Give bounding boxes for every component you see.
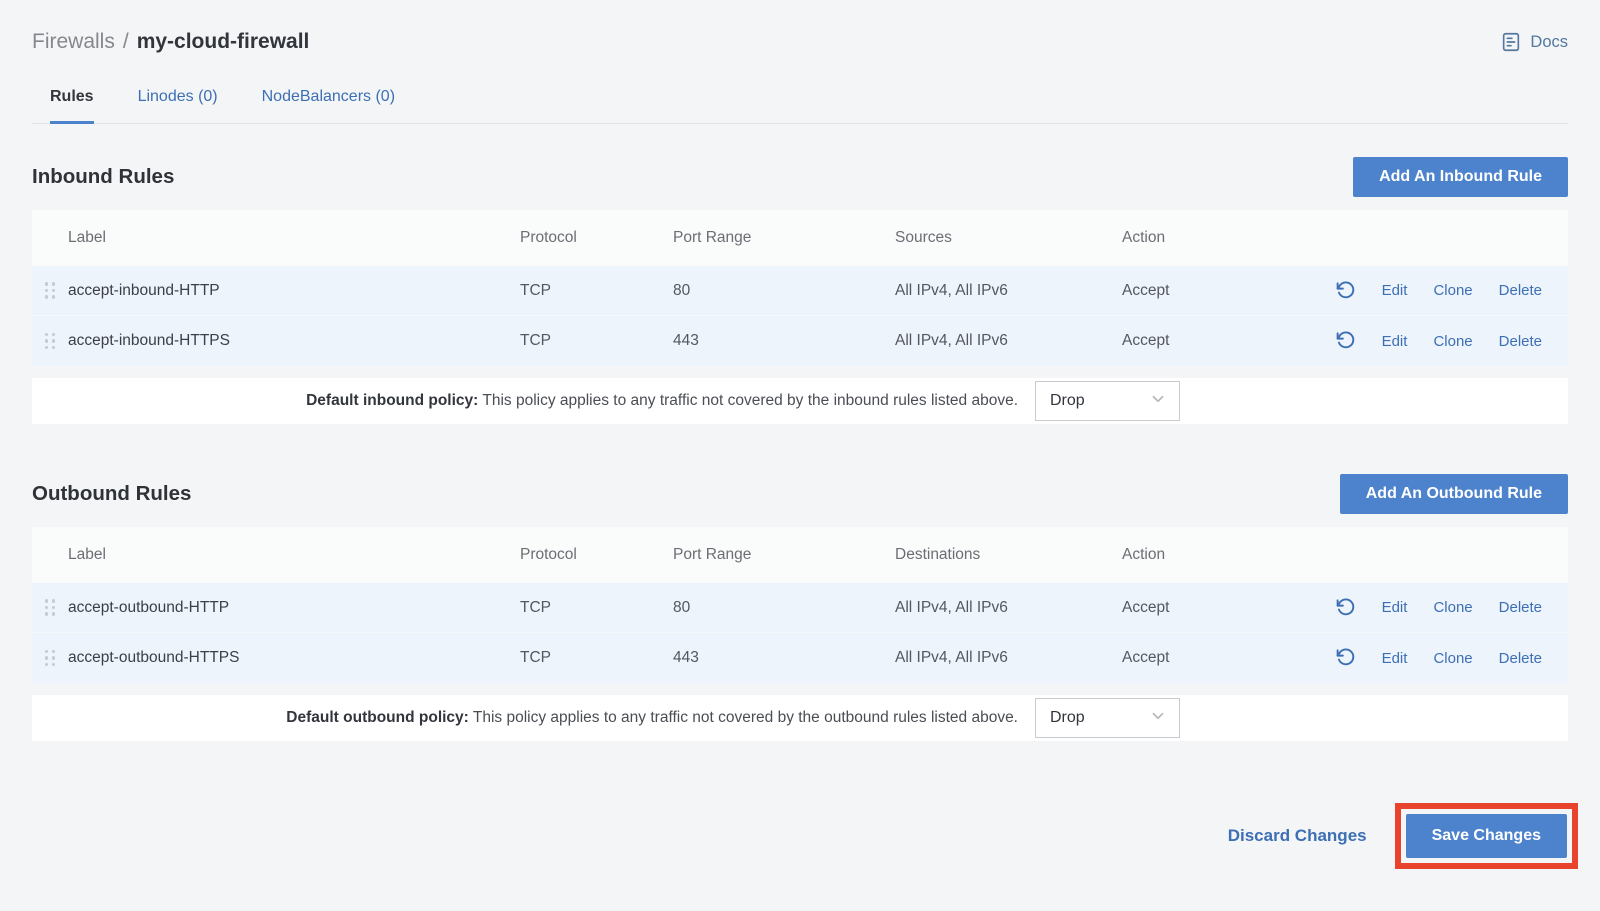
breadcrumb: Firewalls / my-cloud-firewall <box>32 30 309 54</box>
tab-bar: Rules Linodes (0) NodeBalancers (0) <box>32 88 1568 124</box>
clone-link[interactable]: Clone <box>1433 599 1472 616</box>
tab-linodes[interactable]: Linodes (0) <box>138 88 218 123</box>
delete-link[interactable]: Delete <box>1499 333 1542 350</box>
rule-label: accept-outbound-HTTP <box>68 599 520 617</box>
add-inbound-rule-button[interactable]: Add An Inbound Rule <box>1353 157 1568 197</box>
outbound-policy-value: Drop <box>1050 709 1085 727</box>
undo-button[interactable] <box>1335 596 1356 620</box>
rule-port-range: 80 <box>673 282 895 300</box>
outbound-rules-table: Label Protocol Port Range Destinations A… <box>32 527 1568 683</box>
drag-handle-icon[interactable] <box>32 599 68 616</box>
edit-link[interactable]: Edit <box>1382 599 1408 616</box>
rule-destinations: All IPv4, All IPv6 <box>895 649 1122 667</box>
tab-rules[interactable]: Rules <box>50 88 94 124</box>
default-inbound-policy-select[interactable]: Drop <box>1035 381 1180 421</box>
docs-label: Docs <box>1530 33 1568 52</box>
column-header-action: Action <box>1122 229 1290 247</box>
delete-link[interactable]: Delete <box>1499 599 1542 616</box>
inbound-policy-label: Default inbound policy: <box>306 392 478 409</box>
clone-link[interactable]: Clone <box>1433 650 1472 667</box>
outbound-policy-text: Default outbound policy: This policy app… <box>286 709 1018 727</box>
inbound-section-header: Inbound Rules Add An Inbound Rule <box>32 157 1568 197</box>
edit-link[interactable]: Edit <box>1382 333 1408 350</box>
rule-protocol: TCP <box>520 599 673 617</box>
undo-button[interactable] <box>1335 646 1356 670</box>
column-header-protocol: Protocol <box>520 229 673 247</box>
clone-link[interactable]: Clone <box>1433 333 1472 350</box>
tab-nodebalancers[interactable]: NodeBalancers (0) <box>262 88 395 123</box>
page-header: Firewalls / my-cloud-firewall Docs <box>32 30 1568 54</box>
undo-icon <box>1335 279 1356 303</box>
rule-sources: All IPv4, All IPv6 <box>895 332 1122 350</box>
delete-link[interactable]: Delete <box>1499 282 1542 299</box>
outbound-table-header: Label Protocol Port Range Destinations A… <box>32 527 1568 583</box>
table-row-inbound-http: accept-inbound-HTTP TCP 80 All IPv4, All… <box>32 266 1568 316</box>
add-outbound-rule-button[interactable]: Add An Outbound Rule <box>1340 474 1568 514</box>
outbound-policy-row: Default outbound policy: This policy app… <box>32 695 1568 741</box>
rule-action: Accept <box>1122 282 1290 300</box>
rule-action: Accept <box>1122 649 1290 667</box>
rule-label: accept-outbound-HTTPS <box>68 649 520 667</box>
inbound-policy-row: Default inbound policy: This policy appl… <box>32 378 1568 424</box>
inbound-policy-text: Default inbound policy: This policy appl… <box>306 392 1018 410</box>
edit-link[interactable]: Edit <box>1382 282 1408 299</box>
inbound-rules-title: Inbound Rules <box>32 165 174 189</box>
outbound-section-header: Outbound Rules Add An Outbound Rule <box>32 474 1568 514</box>
form-actions: Discard Changes Save Changes <box>32 803 1568 869</box>
rule-action: Accept <box>1122 332 1290 350</box>
page-title: my-cloud-firewall <box>137 30 310 54</box>
chevron-down-icon <box>1149 390 1167 413</box>
table-row-outbound-http: accept-outbound-HTTP TCP 80 All IPv4, Al… <box>32 583 1568 633</box>
undo-button[interactable] <box>1335 279 1356 303</box>
undo-icon <box>1335 646 1356 670</box>
rule-sources: All IPv4, All IPv6 <box>895 282 1122 300</box>
undo-button[interactable] <box>1335 329 1356 353</box>
table-row-outbound-https: accept-outbound-HTTPS TCP 443 All IPv4, … <box>32 633 1568 683</box>
docs-link[interactable]: Docs <box>1500 31 1568 53</box>
chevron-down-icon <box>1149 707 1167 730</box>
breadcrumb-separator: / <box>123 30 129 54</box>
inbound-policy-value: Drop <box>1050 392 1085 410</box>
breadcrumb-firewalls-link[interactable]: Firewalls <box>32 30 115 54</box>
column-header-port-range: Port Range <box>673 229 895 247</box>
column-header-sources: Sources <box>895 229 1122 247</box>
undo-icon <box>1335 329 1356 353</box>
table-row-inbound-https: accept-inbound-HTTPS TCP 443 All IPv4, A… <box>32 316 1568 366</box>
column-header-label: Label <box>68 229 520 247</box>
column-header-action: Action <box>1122 546 1290 564</box>
rule-port-range: 443 <box>673 332 895 350</box>
column-header-destinations: Destinations <box>895 546 1122 564</box>
column-header-port-range: Port Range <box>673 546 895 564</box>
rule-destinations: All IPv4, All IPv6 <box>895 599 1122 617</box>
drag-handle-icon[interactable] <box>32 282 68 299</box>
firewall-detail-page: Firewalls / my-cloud-firewall Docs Rules… <box>0 0 1600 869</box>
rule-port-range: 80 <box>673 599 895 617</box>
drag-handle-icon[interactable] <box>32 333 68 350</box>
column-header-protocol: Protocol <box>520 546 673 564</box>
annotation-highlight-box: Save Changes <box>1395 803 1578 869</box>
rule-action: Accept <box>1122 599 1290 617</box>
docs-icon <box>1500 31 1522 53</box>
inbound-policy-description: This policy applies to any traffic not c… <box>482 392 1018 409</box>
clone-link[interactable]: Clone <box>1433 282 1472 299</box>
discard-changes-link[interactable]: Discard Changes <box>1228 826 1367 846</box>
rule-protocol: TCP <box>520 649 673 667</box>
outbound-policy-label: Default outbound policy: <box>286 709 469 726</box>
drag-handle-icon[interactable] <box>32 650 68 667</box>
rule-port-range: 443 <box>673 649 895 667</box>
column-header-label: Label <box>68 546 520 564</box>
undo-icon <box>1335 596 1356 620</box>
default-outbound-policy-select[interactable]: Drop <box>1035 698 1180 738</box>
save-changes-button[interactable]: Save Changes <box>1406 814 1567 858</box>
rule-protocol: TCP <box>520 282 673 300</box>
rule-protocol: TCP <box>520 332 673 350</box>
edit-link[interactable]: Edit <box>1382 650 1408 667</box>
rule-label: accept-inbound-HTTP <box>68 282 520 300</box>
outbound-policy-description: This policy applies to any traffic not c… <box>473 709 1018 726</box>
delete-link[interactable]: Delete <box>1499 650 1542 667</box>
inbound-rules-table: Label Protocol Port Range Sources Action… <box>32 210 1568 366</box>
outbound-rules-title: Outbound Rules <box>32 482 191 506</box>
rule-label: accept-inbound-HTTPS <box>68 332 520 350</box>
inbound-table-header: Label Protocol Port Range Sources Action <box>32 210 1568 266</box>
